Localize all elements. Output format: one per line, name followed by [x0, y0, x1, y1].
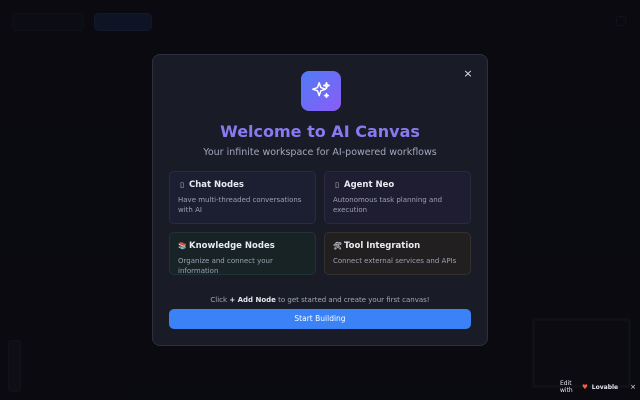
welcome-modal: × Welcome to AI Canvas Your infinite wor… [152, 54, 488, 346]
start-building-button[interactable]: Start Building [169, 309, 471, 329]
feature-card-agent-neo: ▯ Agent Neo Autonomous task planning and… [324, 171, 471, 224]
lovable-badge[interactable]: Edit with ♥ Lovable × [560, 380, 636, 394]
feature-card-description: Connect external services and APIs [333, 257, 457, 265]
modal-subtitle: Your infinite workspace for AI-powered w… [203, 147, 437, 158]
feature-card-description: Have multi-threaded conversations with A… [178, 196, 302, 214]
tools-icon: 🛠 [333, 242, 342, 250]
feature-card-title: Chat Nodes [189, 180, 244, 190]
get-started-hint: Click + Add Node to get started and crea… [153, 296, 487, 304]
feature-card-description: Autonomous task planning and execution [333, 196, 443, 214]
hint-prefix: Click [210, 296, 228, 304]
feature-card-tool-integration: 🛠 Tool Integration Connect external serv… [324, 232, 471, 275]
chat-icon: ▯ [180, 181, 184, 189]
hint-suffix: to get started and create your first can… [278, 296, 430, 304]
robot-icon: ▯ [335, 181, 339, 189]
badge-edit-with: Edit with [560, 380, 573, 394]
feature-card-title: Knowledge Nodes [189, 241, 275, 251]
sparkles-icon [301, 71, 341, 111]
feature-card-chat-nodes: ▯ Chat Nodes Have multi-threaded convers… [169, 171, 316, 224]
books-icon: 📚 [178, 242, 187, 250]
heart-icon: ♥ [581, 383, 588, 391]
feature-card-title: Agent Neo [344, 180, 395, 190]
feature-card-knowledge-nodes: 📚 Knowledge Nodes Organize and connect y… [169, 232, 316, 275]
badge-brand: Lovable [591, 383, 619, 391]
modal-title: Welcome to AI Canvas [220, 122, 420, 141]
feature-card-title: Tool Integration [344, 241, 421, 251]
feature-card-description: Organize and connect your information [178, 257, 273, 275]
badge-close-button[interactable]: × [630, 383, 636, 391]
close-button[interactable]: × [461, 66, 475, 80]
hint-add-node: + Add Node [229, 296, 276, 304]
